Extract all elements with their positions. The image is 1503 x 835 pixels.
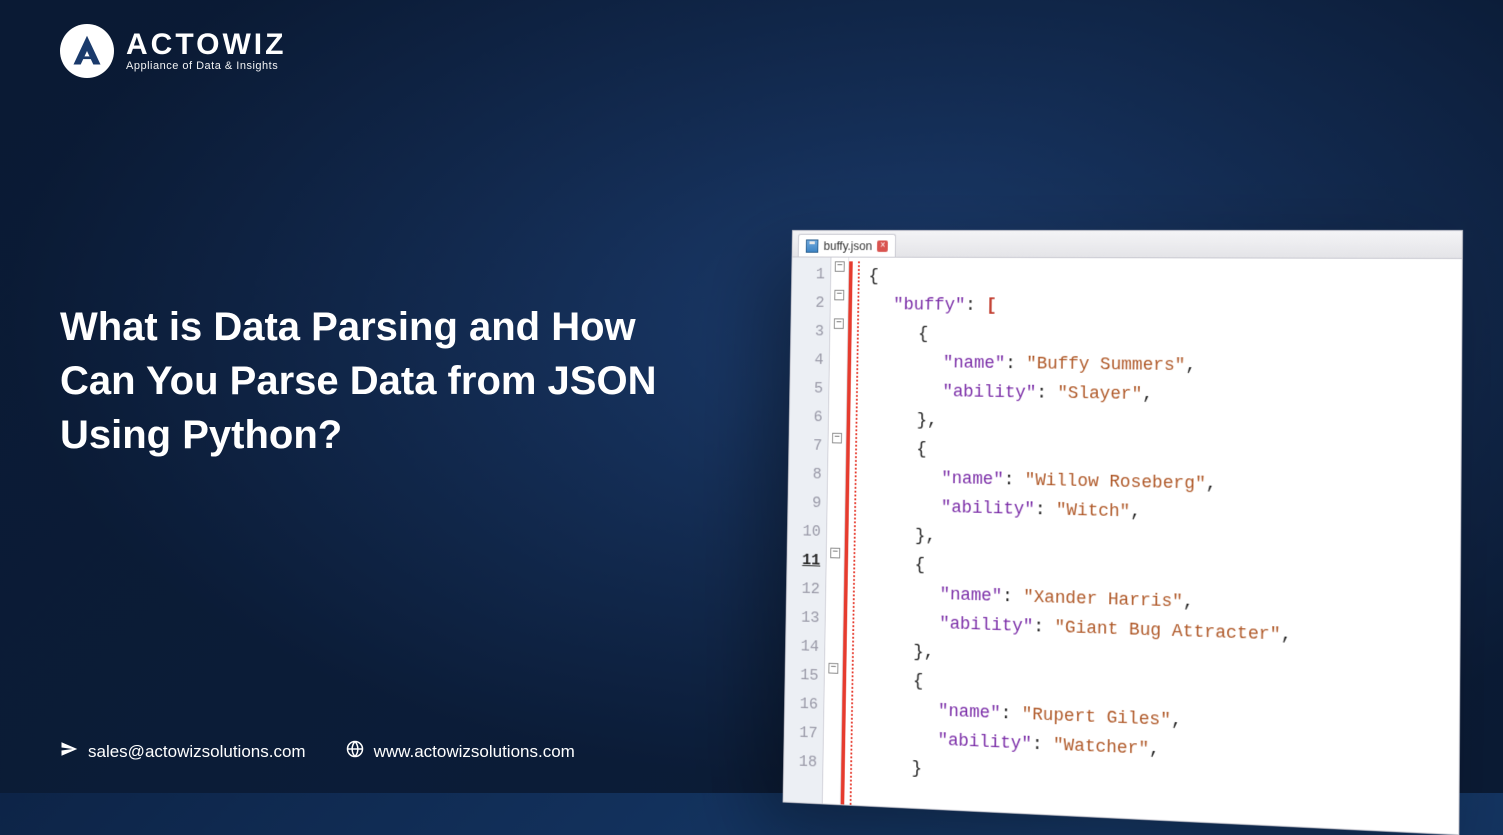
page-title: What is Data Parsing and How Can You Par… <box>60 300 700 462</box>
line-number: 13 <box>786 604 819 634</box>
footer-website: www.actowizsolutions.com <box>346 740 575 763</box>
logo-icon <box>60 24 114 78</box>
footer-email-text: sales@actowizsolutions.com <box>88 742 306 762</box>
globe-icon <box>346 740 364 763</box>
line-number: 15 <box>785 661 818 691</box>
footer-website-text: www.actowizsolutions.com <box>374 742 575 762</box>
disk-icon <box>806 239 819 252</box>
editor-tab[interactable]: buffy.json × <box>798 234 897 257</box>
logo: ACTOWIZ Appliance of Data & Insights <box>60 24 286 78</box>
close-icon[interactable]: × <box>877 240 888 251</box>
code-area: {"buffy": [{"name": "Buffy Summers","abi… <box>851 258 1461 835</box>
line-number: 9 <box>788 489 821 518</box>
code-line: "buffy": [ <box>868 290 1462 323</box>
line-number: 1 <box>792 261 825 290</box>
fold-toggle-icon[interactable]: − <box>834 318 844 329</box>
line-number: 3 <box>791 318 824 347</box>
footer-email: sales@actowizsolutions.com <box>60 740 306 763</box>
fold-toggle-icon[interactable]: − <box>832 433 842 444</box>
line-number: 16 <box>785 690 818 720</box>
editor-tabbar: buffy.json × <box>792 231 1462 259</box>
line-number: 18 <box>784 748 817 778</box>
line-number: 12 <box>787 575 820 605</box>
tab-filename: buffy.json <box>824 239 873 253</box>
logo-tagline: Appliance of Data & Insights <box>126 60 286 72</box>
editor-body: 123456789101112131415161718 −−−−−− {"buf… <box>783 257 1461 834</box>
line-number: 2 <box>791 290 824 319</box>
line-number: 7 <box>789 432 822 461</box>
line-number: 11 <box>787 546 820 576</box>
line-number: 6 <box>790 404 823 433</box>
code-line: { <box>868 261 1461 293</box>
fold-toggle-icon[interactable]: − <box>835 261 845 271</box>
code-editor: buffy.json × 123456789101112131415161718… <box>783 230 1463 835</box>
line-number: 8 <box>789 461 822 490</box>
send-icon <box>60 740 78 763</box>
fold-toggle-icon[interactable]: − <box>834 290 844 301</box>
fold-toggle-icon[interactable]: − <box>828 663 838 674</box>
logo-brand: ACTOWIZ <box>126 30 286 60</box>
line-number: 14 <box>786 633 819 663</box>
line-number: 10 <box>788 518 821 548</box>
line-number: 5 <box>790 375 823 404</box>
footer-links: sales@actowizsolutions.com www.actowizso… <box>60 740 575 763</box>
line-number: 4 <box>791 347 824 376</box>
fold-toggle-icon[interactable]: − <box>830 548 840 559</box>
line-number: 17 <box>784 719 817 749</box>
